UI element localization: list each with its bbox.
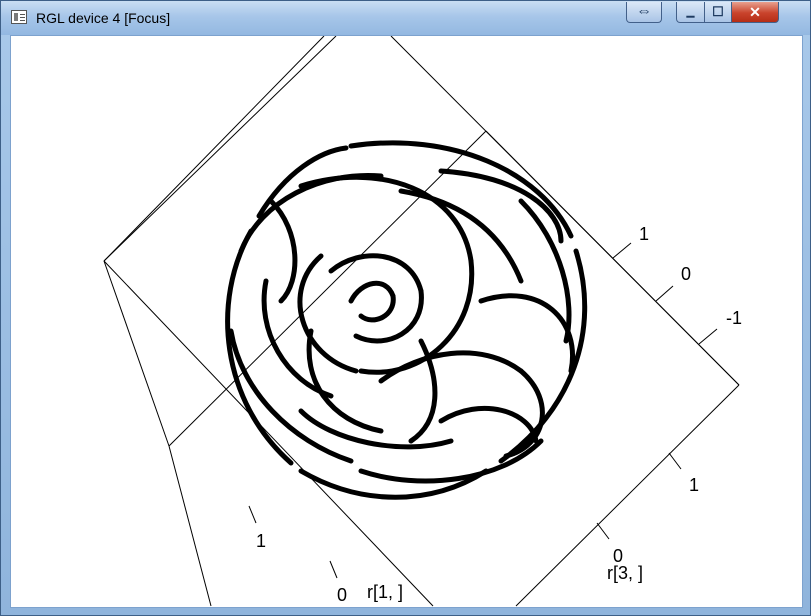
- x-tick-label: 1: [256, 531, 266, 551]
- rgl-canvas[interactable]: 1 0 -1 1 0 r[3, ] 1 0 r[1, ]: [10, 35, 803, 608]
- tick-mark: [329, 560, 338, 579]
- x-axis-label: r[1, ]: [367, 582, 403, 602]
- z-tick-label: 1: [689, 475, 699, 495]
- tick-mark: [612, 242, 632, 259]
- y-tick-label: 1: [639, 224, 649, 244]
- curve-segment: [348, 280, 396, 304]
- minimize-button[interactable]: ▁: [676, 2, 705, 23]
- bounding-box: [103, 36, 740, 607]
- maximize-icon: ☐: [712, 4, 724, 19]
- maximize-button[interactable]: ☐: [704, 2, 732, 23]
- tick-mark: [655, 285, 674, 302]
- tick-mark: [698, 328, 718, 345]
- box-edge: [103, 260, 434, 607]
- rgl-window: RGL device 4 [Focus] ⇔ ▁ ☐ ✕ 1 0 -1 1 0 …: [0, 0, 811, 616]
- curve-segment: [306, 328, 384, 434]
- minimize-icon: ▁: [686, 6, 695, 18]
- curve-segment: [298, 468, 489, 500]
- curve-segment: [378, 350, 524, 384]
- window-title: RGL device 4 [Focus]: [36, 10, 171, 26]
- double-arrow-icon: ⇔: [636, 3, 652, 20]
- curve-segment: [358, 293, 396, 323]
- curve-segment: [353, 288, 424, 344]
- z-axis-label: r[3, ]: [607, 563, 643, 583]
- close-icon: ✕: [749, 3, 761, 20]
- curve-segment: [398, 188, 524, 284]
- curve-group: [225, 140, 588, 500]
- close-button[interactable]: ✕: [731, 2, 779, 23]
- curve-segment: [268, 198, 298, 304]
- app-icon: [11, 10, 27, 24]
- curve-segment: [438, 405, 539, 444]
- y-tick-label: -1: [726, 308, 742, 328]
- box-edge: [103, 36, 337, 262]
- plot-3d[interactable]: 1 0 -1 1 0 r[3, ] 1 0 r[1, ]: [11, 36, 803, 608]
- restore-arrows-button[interactable]: ⇔: [626, 2, 662, 23]
- box-edge: [103, 260, 170, 447]
- tick-mark: [596, 522, 610, 540]
- box-edge: [168, 445, 212, 607]
- tick-mark: [248, 505, 257, 524]
- y-tick-label: 0: [681, 264, 691, 284]
- x-tick-label: 0: [337, 585, 347, 605]
- title-bar[interactable]: RGL device 4 [Focus] ⇔ ▁ ☐ ✕: [1, 1, 810, 35]
- tick-mark: [668, 452, 682, 470]
- curve-segment: [298, 174, 474, 264]
